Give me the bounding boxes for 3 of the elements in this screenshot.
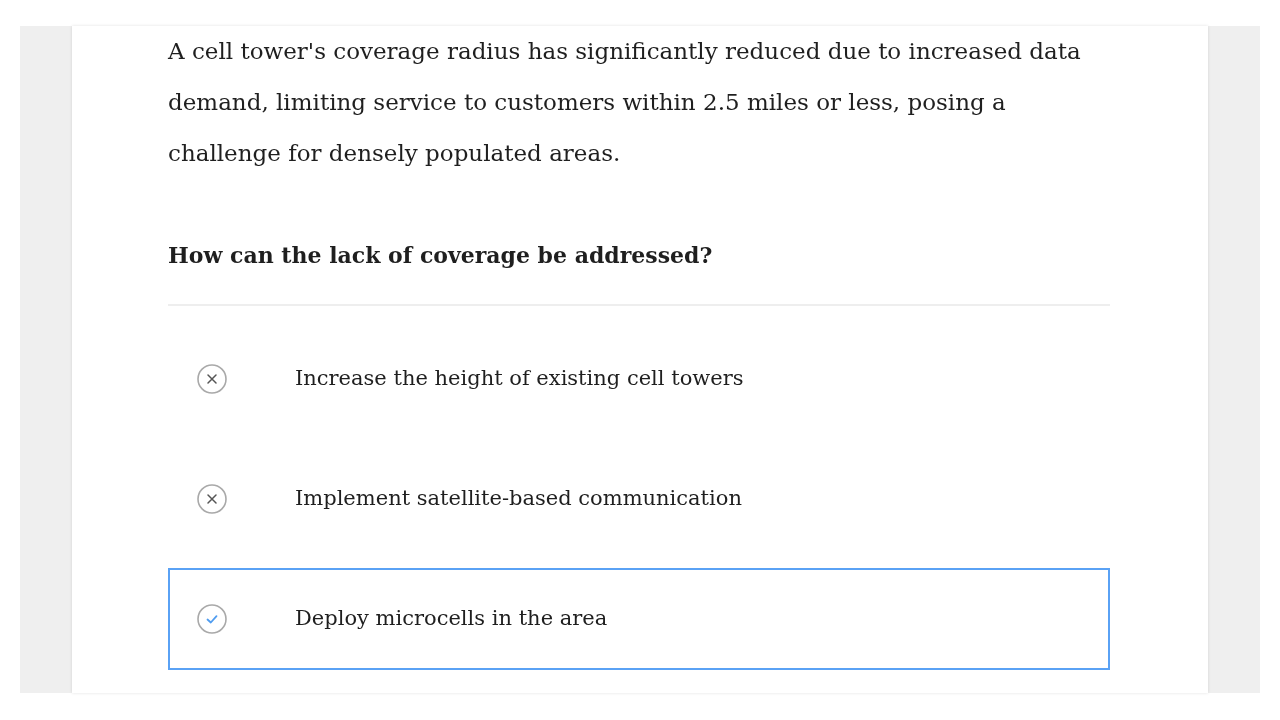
question-text: How can the lack of coverage be addressed? [168, 241, 714, 270]
passage-text: A cell tower's coverage radius has significantly reduced due to increased data demand, limiting service to customers within 2.5 miles or less, posing a challenge for densely populated areas. [168, 37, 1082, 168]
answer-option[interactable]: Deploy microcells in the area [168, 568, 1110, 670]
